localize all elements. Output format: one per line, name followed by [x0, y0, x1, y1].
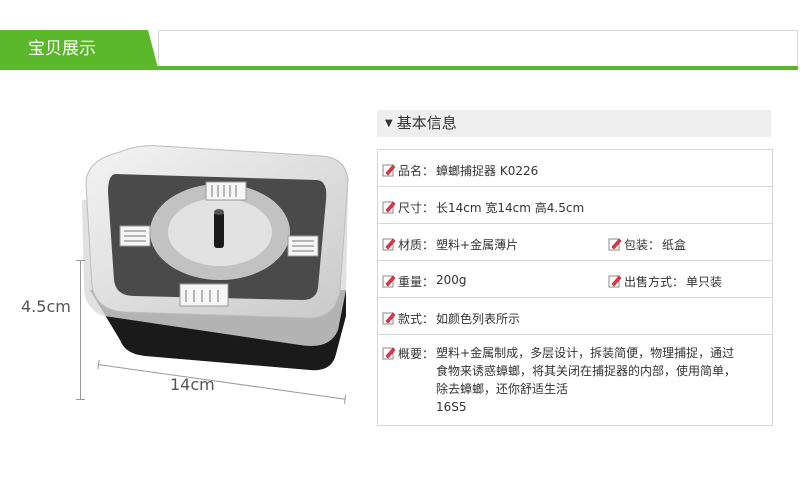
row-label: 材质： [398, 238, 435, 252]
header-underline [0, 66, 798, 70]
edit-icon [382, 164, 396, 177]
header-frame [158, 30, 798, 66]
edit-icon [608, 238, 622, 251]
row-label: 品名： [398, 164, 435, 178]
row-label: 款式： [398, 312, 435, 326]
basic-info-panel: ▼ 基本信息 品名： 蟑螂捕捉器 K0226 尺寸： 长14cm 宽14cm 高4… [377, 110, 773, 426]
row-label-2: 包装： [624, 238, 661, 252]
section-title: 宝贝展示 [0, 30, 158, 68]
info-row-summary: 概要： 塑料+金属制成，多层设计，拆装简便，物理捕捉，通过 食物来诱惑蟑螂，将其… [378, 335, 772, 425]
row-value: 蟑螂捕捉器 K0226 [436, 164, 539, 178]
edit-icon [608, 275, 622, 288]
info-row-weight: 重量： 200g 出售方式： 单只装 [378, 261, 772, 298]
edit-icon [382, 201, 396, 214]
basic-info-title: 基本信息 [396, 114, 457, 132]
info-row-style: 款式： 如颜色列表所示 [378, 298, 772, 335]
height-label: 4.5cm [21, 297, 71, 316]
summary-line: 除去蟑螂，还你舒适生活 [436, 382, 569, 396]
product-image: 4.5cm 14cm [20, 140, 360, 400]
caret-down-icon: ▼ [385, 118, 393, 129]
row-label-2: 出售方式： [624, 275, 685, 289]
edit-icon [382, 275, 396, 288]
row-label: 尺寸： [398, 201, 435, 215]
info-row-material: 材质： 塑料+金属薄片 包装： 纸盒 [378, 224, 772, 261]
edit-icon [382, 347, 396, 360]
width-label: 14cm [170, 375, 215, 394]
summary-code: 16S5 [436, 400, 467, 414]
edit-icon [382, 238, 396, 251]
edit-icon [382, 312, 396, 325]
row-label: 重量： [398, 275, 435, 289]
info-table: 品名： 蟑螂捕捉器 K0226 尺寸： 长14cm 宽14cm 高4.5cm 材… [377, 149, 773, 426]
section-header: 宝贝展示 [0, 30, 800, 75]
info-row-size: 尺寸： 长14cm 宽14cm 高4.5cm [378, 187, 772, 224]
basic-info-heading: ▼ 基本信息 [377, 110, 771, 137]
row-value: 塑料+金属薄片 [436, 238, 519, 252]
row-label: 概要： [398, 347, 435, 361]
height-dimension-line [76, 260, 85, 400]
cockroach-trap-illustration [82, 145, 349, 371]
row-value: 如颜色列表所示 [436, 312, 521, 326]
summary-text: 塑料+金属制成，多层设计，拆装简便，物理捕捉，通过 食物来诱惑蟑螂，将其关闭在捕… [436, 344, 736, 416]
info-row-name: 品名： 蟑螂捕捉器 K0226 [378, 150, 772, 187]
row-value: 200g [436, 273, 467, 287]
summary-line: 食物来诱惑蟑螂，将其关闭在捕捉器的内部，使用简单， [436, 364, 737, 378]
row-value: 长14cm 宽14cm 高4.5cm [436, 201, 585, 215]
row-value-2: 单只装 [686, 275, 723, 289]
summary-line: 塑料+金属制成，多层设计，拆装简便，物理捕捉，通过 [436, 346, 735, 360]
row-value-2: 纸盒 [662, 238, 687, 252]
